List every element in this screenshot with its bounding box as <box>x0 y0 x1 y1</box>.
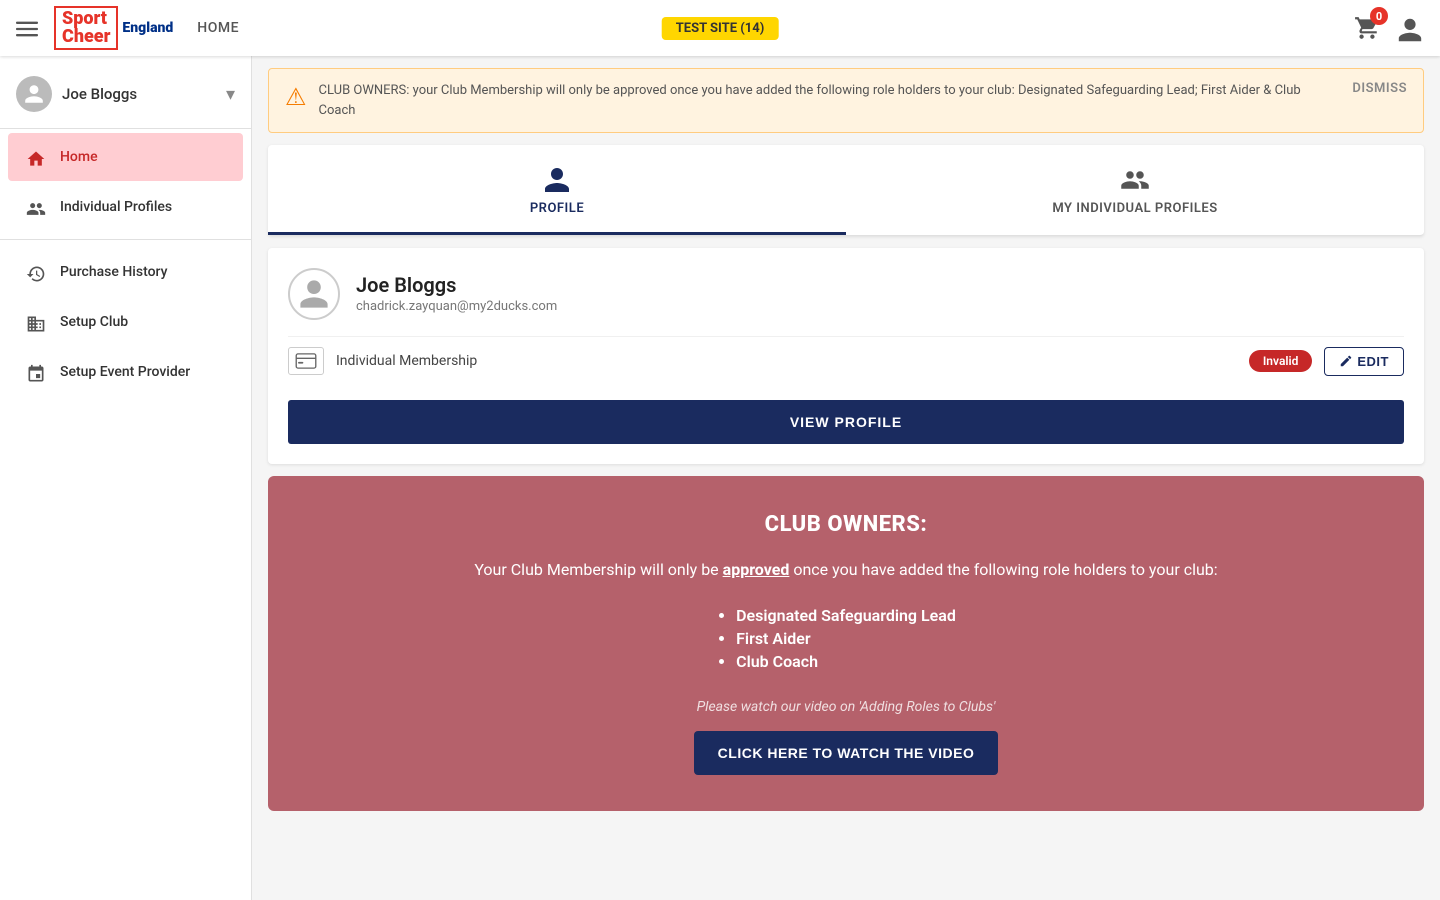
topnav: Sport Cheer England HOME TEST SITE (14) … <box>0 0 1440 56</box>
main-content: ⚠ CLUB OWNERS: your Club Membership will… <box>252 56 1440 900</box>
video-prompt-text: Please watch our video on 'Adding Roles … <box>316 699 1376 715</box>
event-icon <box>24 360 48 384</box>
cart-button[interactable]: 0 <box>1354 15 1380 41</box>
sidebar-item-setup-event-provider[interactable]: Setup Event Provider <box>8 348 243 396</box>
logo-england-text: England <box>122 21 173 35</box>
watch-video-button[interactable]: CLICK HERE TO WATCH THE VIDEO <box>694 731 999 775</box>
membership-card-icon <box>288 347 324 375</box>
role-holders-list: Designated Safeguarding Lead First Aider… <box>736 606 956 675</box>
chevron-down-icon: ▾ <box>226 84 235 105</box>
sidebar-item-individual-profiles[interactable]: Individual Profiles <box>8 183 243 231</box>
edit-membership-button[interactable]: EDIT <box>1324 347 1404 376</box>
business-icon <box>24 310 48 334</box>
test-site-badge: TEST SITE (14) <box>662 17 779 40</box>
group-tab-icon <box>1120 161 1150 195</box>
people-icon <box>24 195 48 219</box>
logo-cheer-text: Cheer <box>62 28 110 46</box>
sidebar-item-label-individual-profiles: Individual Profiles <box>60 199 172 215</box>
history-icon <box>24 260 48 284</box>
approved-text: approved <box>723 560 790 579</box>
sidebar: Joe Bloggs ▾ Home Individual Profiles Pu… <box>0 56 252 900</box>
sidebar-item-label-setup-event-provider: Setup Event Provider <box>60 364 190 380</box>
sidebar-item-setup-club[interactable]: Setup Club <box>8 298 243 346</box>
view-profile-button[interactable]: VIEW PROFILE <box>288 400 1404 444</box>
menu-icon[interactable] <box>16 16 38 41</box>
sidebar-item-home[interactable]: Home <box>8 133 243 181</box>
sidebar-user-name: Joe Bloggs <box>62 85 216 103</box>
list-item: Designated Safeguarding Lead <box>736 606 956 625</box>
sidebar-item-purchase-history[interactable]: Purchase History <box>8 248 243 296</box>
profile-info: Joe Bloggs chadrick.zayquan@my2ducks.com <box>356 273 557 314</box>
warning-icon: ⚠ <box>285 83 307 111</box>
profile-tabs: PROFILE MY INDIVIDUAL PROFILES <box>268 145 1424 236</box>
dismiss-button[interactable]: DISMISS <box>1352 81 1407 96</box>
alert-banner: ⚠ CLUB OWNERS: your Club Membership will… <box>268 68 1424 133</box>
tab-profile[interactable]: PROFILE <box>268 145 846 235</box>
home-nav-link[interactable]: HOME <box>197 20 239 36</box>
list-item: Club Coach <box>736 652 956 671</box>
test-site-badge-wrapper: TEST SITE (14) <box>662 20 779 36</box>
list-item: First Aider <box>736 629 956 648</box>
sidebar-divider-2 <box>0 239 251 240</box>
edit-button-label: EDIT <box>1357 354 1389 369</box>
profile-tab-icon <box>542 161 572 195</box>
sidebar-divider <box>0 128 251 129</box>
layout: Joe Bloggs ▾ Home Individual Profiles Pu… <box>0 56 1440 900</box>
topnav-right: 0 <box>1354 12 1424 45</box>
club-owners-title: CLUB OWNERS: <box>316 512 1376 537</box>
profile-avatar <box>288 268 340 320</box>
profile-card-header: Joe Bloggs chadrick.zayquan@my2ducks.com <box>288 268 1404 320</box>
membership-status-badge: Invalid <box>1249 350 1313 372</box>
alert-text: CLUB OWNERS: your Club Membership will o… <box>319 81 1333 120</box>
sidebar-item-label-setup-club: Setup Club <box>60 314 128 330</box>
sidebar-item-label-purchase-history: Purchase History <box>60 264 167 280</box>
tab-individual-profiles-label: MY INDIVIDUAL PROFILES <box>1052 201 1217 216</box>
home-icon <box>24 145 48 169</box>
logo[interactable]: Sport Cheer England <box>54 6 173 50</box>
tab-profile-label: PROFILE <box>530 201 584 216</box>
avatar <box>16 76 52 112</box>
account-button[interactable] <box>1396 12 1424 45</box>
profile-email: chadrick.zayquan@my2ducks.com <box>356 299 557 314</box>
tab-my-individual-profiles[interactable]: MY INDIVIDUAL PROFILES <box>846 145 1424 235</box>
club-owners-banner: CLUB OWNERS: Your Club Membership will o… <box>268 476 1424 812</box>
membership-label: Individual Membership <box>336 353 1237 369</box>
membership-row: Individual Membership Invalid EDIT <box>288 336 1404 386</box>
sidebar-user[interactable]: Joe Bloggs ▾ <box>0 64 251 124</box>
club-owners-text: Your Club Membership will only be approv… <box>316 557 1376 583</box>
cart-count: 0 <box>1370 7 1388 25</box>
profile-card: Joe Bloggs chadrick.zayquan@my2ducks.com… <box>268 248 1424 464</box>
profile-name: Joe Bloggs <box>356 273 557 297</box>
sidebar-item-label-home: Home <box>60 149 98 165</box>
